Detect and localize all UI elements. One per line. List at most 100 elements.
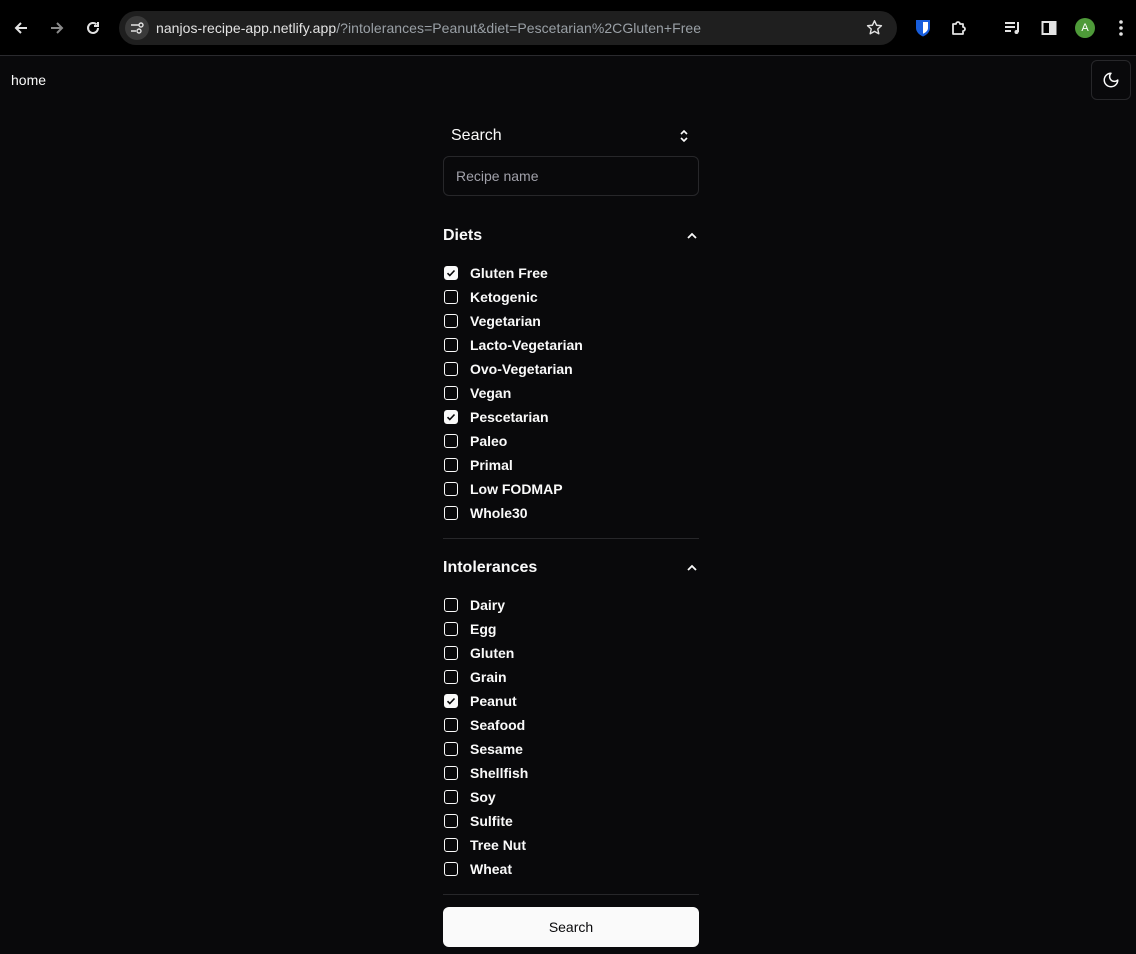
- bookmark-star-icon[interactable]: [866, 19, 883, 41]
- reload-button[interactable]: [77, 12, 109, 44]
- checkbox[interactable]: [444, 718, 458, 732]
- checkbox[interactable]: [444, 598, 458, 612]
- intolerance-item-label: Sulfite: [470, 813, 513, 829]
- intolerance-item[interactable]: Tree Nut: [443, 833, 699, 857]
- diet-item[interactable]: Vegan: [443, 381, 699, 405]
- divider: [443, 894, 699, 895]
- diets-list: Gluten Free Ketogenic Vegetarian Lacto-Vege…: [443, 261, 699, 525]
- diet-item-label: Low FODMAP: [470, 481, 563, 497]
- checkbox[interactable]: [444, 386, 458, 400]
- checkbox[interactable]: [444, 458, 458, 472]
- intolerance-item[interactable]: Peanut: [443, 689, 699, 713]
- checkbox[interactable]: [444, 646, 458, 660]
- intolerance-item-label: Grain: [470, 669, 507, 685]
- diet-item[interactable]: Paleo: [443, 429, 699, 453]
- diet-item[interactable]: Lacto-Vegetarian: [443, 333, 699, 357]
- intolerance-item[interactable]: Shellfish: [443, 761, 699, 785]
- intolerance-item[interactable]: Grain: [443, 665, 699, 689]
- checkbox[interactable]: [444, 670, 458, 684]
- intolerance-item-label: Dairy: [470, 597, 506, 613]
- diet-item[interactable]: Vegetarian: [443, 309, 699, 333]
- divider: [443, 538, 699, 539]
- diet-item[interactable]: Gluten Free: [443, 261, 699, 285]
- back-arrow-icon: [14, 22, 27, 34]
- checkbox[interactable]: [444, 742, 458, 756]
- checkbox[interactable]: [444, 506, 458, 520]
- checkbox[interactable]: [444, 338, 458, 352]
- checkbox[interactable]: [444, 862, 458, 876]
- checkbox[interactable]: [444, 622, 458, 636]
- intolerance-item-label: Sesame: [470, 741, 523, 757]
- site-info-icon[interactable]: [125, 16, 149, 40]
- diet-item-label: Gluten Free: [470, 265, 548, 281]
- intolerances-header[interactable]: Intolerances: [443, 558, 699, 578]
- url-path: /?intolerances=Peanut&diet=Pescetarian%2…: [336, 20, 702, 36]
- intolerance-item-label: Gluten: [470, 645, 515, 661]
- checkbox[interactable]: [444, 814, 458, 828]
- reload-icon: [87, 21, 99, 34]
- intolerance-item[interactable]: Dairy: [443, 593, 699, 617]
- intolerance-item-label: Seafood: [470, 717, 526, 733]
- diet-item-label: Primal: [470, 457, 513, 473]
- chevrons-up-down-icon: [680, 129, 688, 143]
- extensions-puzzle-icon[interactable]: [943, 12, 975, 44]
- diet-item-label: Paleo: [470, 433, 508, 449]
- diet-item-label: Ketogenic: [470, 289, 538, 305]
- address-bar[interactable]: nanjos-recipe-app.netlify.app/?intoleran…: [119, 11, 897, 45]
- intolerance-item-label: Shellfish: [470, 765, 529, 781]
- search-panel: Search Diets Gluten Free Ketogenic Vegetar…: [443, 118, 699, 947]
- checkbox[interactable]: [444, 482, 458, 496]
- diet-item[interactable]: Low FODMAP: [443, 477, 699, 501]
- intolerance-item[interactable]: Wheat: [443, 857, 699, 881]
- search-type-select[interactable]: Search: [443, 118, 699, 154]
- side-panel-icon[interactable]: [1033, 12, 1065, 44]
- search-button[interactable]: Search: [443, 907, 699, 947]
- theme-toggle-button[interactable]: [1091, 60, 1131, 100]
- chevron-up-icon: [687, 564, 697, 571]
- diet-item[interactable]: Ovo-Vegetarian: [443, 357, 699, 381]
- url-host: nanjos-recipe-app.netlify.app: [156, 20, 337, 36]
- diet-item-label: Vegan: [470, 385, 512, 401]
- checkbox[interactable]: [444, 434, 458, 448]
- back-button[interactable]: [5, 12, 37, 44]
- diets-title: Diets: [443, 227, 483, 244]
- checkbox[interactable]: [444, 362, 458, 376]
- intolerance-item[interactable]: Seafood: [443, 713, 699, 737]
- search-type-value: Search: [451, 127, 502, 144]
- browser-toolbar: nanjos-recipe-app.netlify.app/?intoleran…: [0, 0, 1136, 56]
- intolerance-item[interactable]: Sesame: [443, 737, 699, 761]
- diet-item[interactable]: Primal: [443, 453, 699, 477]
- intolerance-item-label: Peanut: [470, 693, 517, 709]
- home-link[interactable]: home: [11, 72, 46, 88]
- checkbox-checked[interactable]: [444, 266, 458, 280]
- check-icon: [446, 269, 456, 277]
- checkbox-checked[interactable]: [444, 694, 458, 708]
- profile-button[interactable]: A: [1069, 12, 1101, 44]
- checkbox[interactable]: [444, 790, 458, 804]
- moon-icon: [1103, 72, 1119, 88]
- checkbox[interactable]: [444, 290, 458, 304]
- checkbox[interactable]: [444, 766, 458, 780]
- checkbox-checked[interactable]: [444, 410, 458, 424]
- checkbox[interactable]: [444, 838, 458, 852]
- intolerance-item[interactable]: Egg: [443, 617, 699, 641]
- diet-item-label: Pescetarian: [470, 409, 549, 425]
- intolerance-item-label: Wheat: [470, 861, 512, 877]
- diet-item[interactable]: Ketogenic: [443, 285, 699, 309]
- recipe-name-input[interactable]: [443, 156, 699, 196]
- intolerance-item[interactable]: Soy: [443, 785, 699, 809]
- diet-item[interactable]: Pescetarian: [443, 405, 699, 429]
- browser-menu-icon[interactable]: [1105, 12, 1136, 44]
- intolerance-item[interactable]: Sulfite: [443, 809, 699, 833]
- forward-arrow-icon: [51, 22, 64, 34]
- profile-avatar: A: [1075, 18, 1095, 38]
- forward-button[interactable]: [41, 12, 73, 44]
- diets-header[interactable]: Diets: [443, 226, 699, 246]
- diet-item[interactable]: Whole30: [443, 501, 699, 525]
- intolerance-item[interactable]: Gluten: [443, 641, 699, 665]
- bitwarden-extension-icon[interactable]: [907, 12, 939, 44]
- checkbox[interactable]: [444, 314, 458, 328]
- diet-item-label: Vegetarian: [470, 313, 541, 329]
- diet-item-label: Whole30: [470, 505, 528, 521]
- media-controls-icon[interactable]: [997, 12, 1029, 44]
